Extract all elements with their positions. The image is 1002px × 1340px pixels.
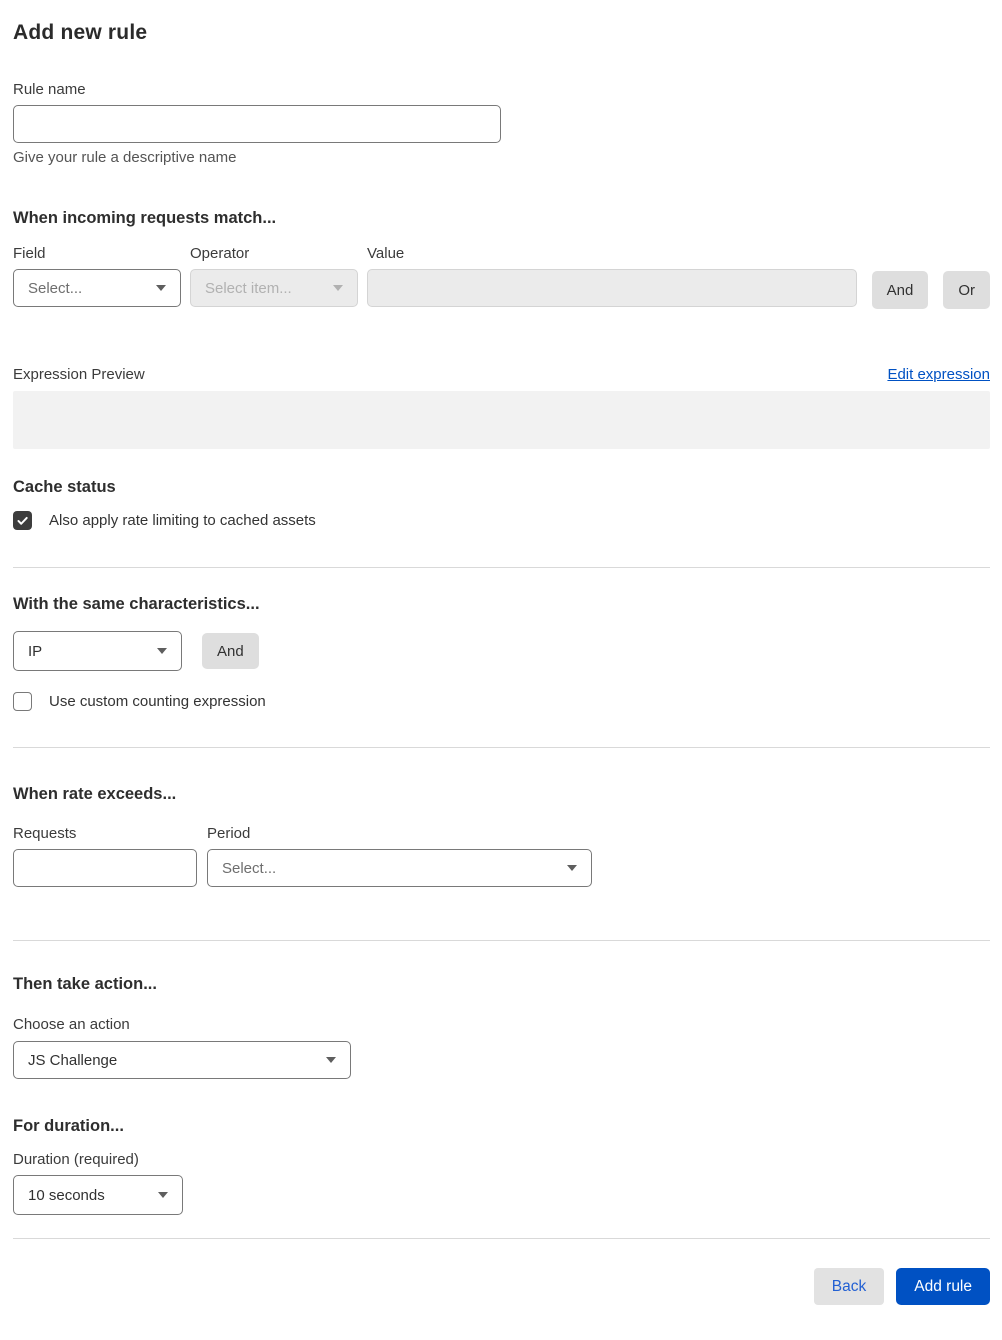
- custom-counting-row: Use custom counting expression: [13, 692, 990, 711]
- chevron-down-icon: [333, 285, 343, 291]
- chevron-down-icon: [158, 1192, 168, 1198]
- operator-column: Operator Select item...: [190, 245, 358, 309]
- value-column: Value: [367, 245, 857, 309]
- operator-select: Select item...: [190, 269, 358, 307]
- rate-row: Requests Period Select...: [13, 825, 990, 887]
- expression-preview-row: Expression Preview Edit expression: [13, 366, 990, 383]
- operator-label: Operator: [190, 245, 250, 262]
- field-select-value: Select...: [28, 279, 83, 297]
- cached-assets-label: Also apply rate limiting to cached asset…: [49, 512, 316, 529]
- back-button[interactable]: Back: [813, 1268, 885, 1305]
- characteristic-select-value: IP: [28, 642, 43, 660]
- or-button[interactable]: Or: [943, 271, 990, 309]
- value-label: Value: [367, 245, 405, 262]
- requests-label: Requests: [13, 825, 77, 842]
- action-select[interactable]: JS Challenge: [13, 1041, 351, 1079]
- characteristics-heading: With the same characteristics...: [13, 595, 260, 613]
- rule-name-helper: Give your rule a descriptive name: [13, 149, 237, 166]
- requests-column: Requests: [13, 825, 197, 887]
- page-title: Add new rule: [13, 21, 148, 44]
- custom-counting-checkbox[interactable]: [13, 692, 32, 711]
- divider: [13, 940, 990, 941]
- divider: [13, 747, 990, 748]
- cache-status-section: Cache status Also apply rate limiting to…: [13, 478, 990, 530]
- match-heading: When incoming requests match...: [13, 209, 277, 227]
- add-rule-form: Add new rule Rule name Give your rule a …: [0, 0, 1002, 1305]
- match-row: Field Select... Operator Select item... …: [13, 245, 990, 309]
- characteristics-section: With the same characteristics... IP And …: [13, 595, 990, 711]
- expression-preview-box: [13, 391, 990, 449]
- period-select[interactable]: Select...: [207, 849, 592, 887]
- duration-select[interactable]: 10 seconds: [13, 1175, 183, 1215]
- value-input: [367, 269, 857, 307]
- expression-preview-label: Expression Preview: [13, 366, 145, 383]
- rule-name-label: Rule name: [13, 81, 86, 98]
- action-label: Choose an action: [13, 1016, 130, 1033]
- edit-expression-link[interactable]: Edit expression: [887, 366, 990, 383]
- action-select-value: JS Challenge: [28, 1051, 118, 1069]
- and-button[interactable]: And: [871, 271, 929, 309]
- characteristic-and-button[interactable]: And: [202, 633, 259, 669]
- field-label: Field: [13, 245, 46, 262]
- period-select-value: Select...: [222, 859, 277, 877]
- operator-select-value: Select item...: [205, 279, 292, 297]
- chevron-down-icon: [326, 1057, 336, 1063]
- match-section: When incoming requests match... Field Se…: [13, 209, 990, 449]
- cached-assets-row: Also apply rate limiting to cached asset…: [13, 511, 990, 530]
- and-or-buttons: And Or: [871, 271, 990, 309]
- rate-heading: When rate exceeds...: [13, 785, 177, 803]
- characteristics-row: IP And: [13, 631, 990, 671]
- requests-input[interactable]: [13, 849, 197, 887]
- rule-name-block: Rule name Give your rule a descriptive n…: [13, 81, 990, 166]
- action-section: Then take action... Choose an action JS …: [13, 975, 990, 1079]
- rule-name-input[interactable]: [13, 105, 501, 143]
- form-footer: Back Add rule: [13, 1238, 990, 1305]
- chevron-down-icon: [156, 285, 166, 291]
- chevron-down-icon: [567, 865, 577, 871]
- duration-heading: For duration...: [13, 1117, 124, 1135]
- period-column: Period Select...: [207, 825, 592, 887]
- period-label: Period: [207, 825, 251, 842]
- chevron-down-icon: [157, 648, 167, 654]
- add-rule-button[interactable]: Add rule: [896, 1268, 990, 1305]
- field-select[interactable]: Select...: [13, 269, 181, 307]
- duration-select-value: 10 seconds: [28, 1186, 105, 1204]
- rate-section: When rate exceeds... Requests Period Sel…: [13, 785, 990, 887]
- custom-counting-label: Use custom counting expression: [49, 693, 266, 710]
- divider: [13, 567, 990, 568]
- duration-label: Duration (required): [13, 1151, 139, 1168]
- duration-section: For duration... Duration (required) 10 s…: [13, 1117, 990, 1215]
- characteristic-select[interactable]: IP: [13, 631, 182, 671]
- field-column: Field Select...: [13, 245, 181, 309]
- action-heading: Then take action...: [13, 975, 157, 993]
- check-icon: [17, 516, 28, 525]
- cache-status-heading: Cache status: [13, 478, 116, 496]
- cached-assets-checkbox[interactable]: [13, 511, 32, 530]
